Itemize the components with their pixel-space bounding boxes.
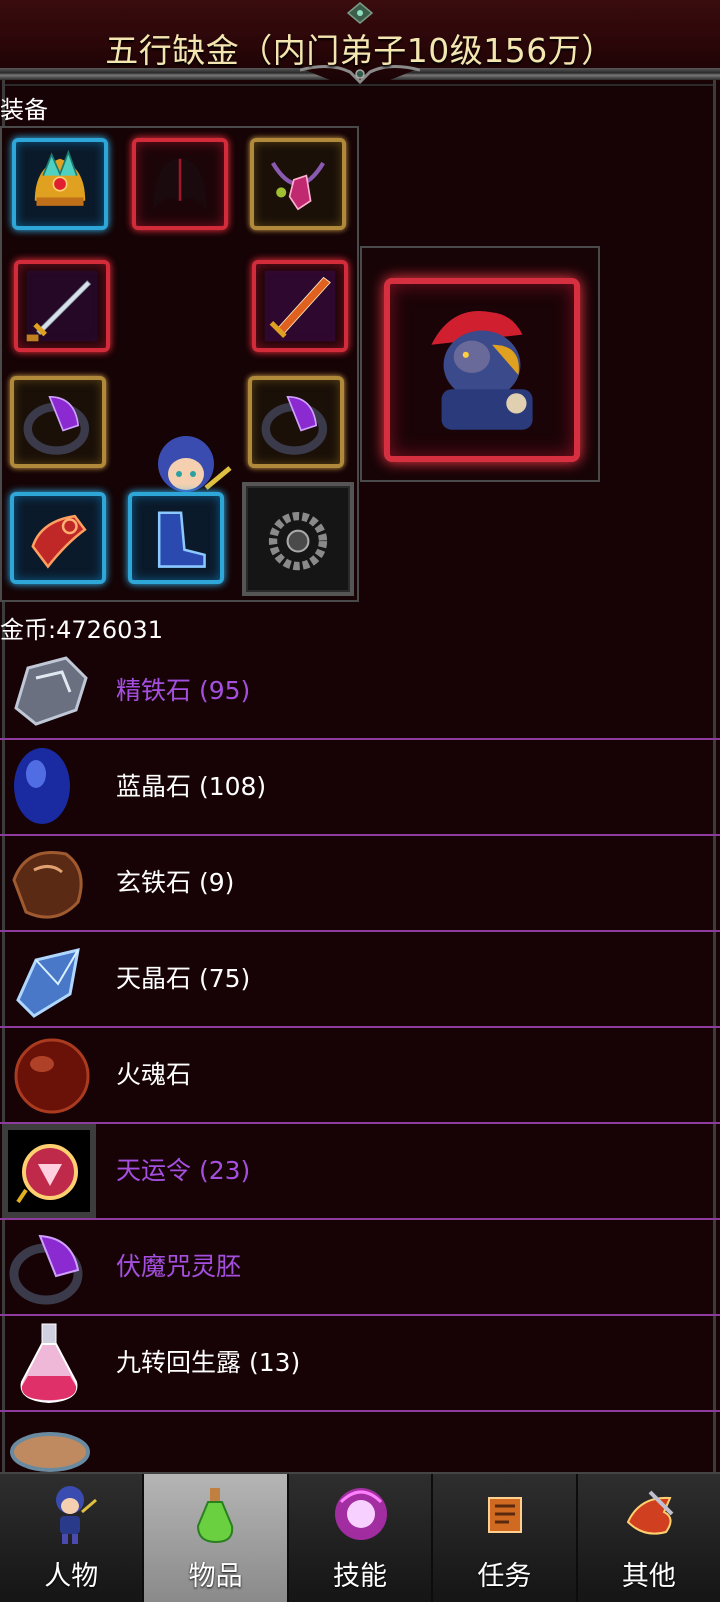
pet-panel bbox=[360, 246, 600, 482]
bracer-icon bbox=[31, 514, 87, 569]
boots-icon bbox=[157, 511, 206, 568]
list-item[interactable]: 火魂石 bbox=[0, 1028, 720, 1124]
sword-left-slot[interactable] bbox=[14, 260, 110, 352]
item-name: 天晶石 (75) bbox=[116, 964, 251, 993]
tab-label: 任务 bbox=[477, 1561, 532, 1592]
equipment-section-label: 装备 bbox=[0, 96, 48, 124]
fortune-token-frame bbox=[2, 1124, 96, 1218]
necklace-icon bbox=[270, 161, 326, 211]
gold-counter: 金币:4726031 bbox=[0, 616, 163, 644]
tab-character[interactable]: 人物 bbox=[0, 1474, 145, 1602]
tab-label: 其他 bbox=[621, 1561, 676, 1592]
tab-items[interactable]: 物品 bbox=[144, 1474, 289, 1602]
list-item[interactable]: 天运令 (23) bbox=[0, 1124, 720, 1220]
fire-soul-stone-icon bbox=[14, 1038, 90, 1114]
prayer-beads-icon bbox=[268, 511, 328, 571]
boots-slot[interactable] bbox=[128, 492, 224, 584]
item-name: 九转回生露 (13) bbox=[116, 1348, 301, 1377]
list-item[interactable]: 精铁石 (95) bbox=[0, 644, 720, 740]
tab-label: 技能 bbox=[333, 1561, 388, 1592]
item-name: 伏魔咒灵胚 bbox=[116, 1252, 242, 1281]
tab-label: 物品 bbox=[188, 1561, 243, 1592]
demon-pet-icon bbox=[431, 310, 533, 430]
equipment-panel bbox=[0, 126, 359, 602]
sword-icon bbox=[26, 270, 98, 342]
helmet-icon bbox=[34, 149, 86, 206]
item-name: 火魂石 bbox=[116, 1060, 192, 1089]
item-name: 天运令 (23) bbox=[116, 1156, 251, 1185]
ring-right-slot[interactable] bbox=[248, 376, 344, 468]
item-name: 蓝晶石 (108) bbox=[116, 772, 267, 801]
dragon-icon bbox=[626, 1490, 674, 1535]
necklace-slot[interactable] bbox=[250, 138, 346, 230]
list-item[interactable]: 玄铁石 (9) bbox=[0, 836, 720, 932]
ring-icon bbox=[261, 395, 328, 455]
item-name: 玄铁石 (9) bbox=[116, 868, 235, 897]
skill-orb-icon bbox=[334, 1488, 387, 1540]
header-gem-ornament bbox=[346, 2, 374, 24]
list-item[interactable]: 天晶石 (75) bbox=[0, 932, 720, 1028]
quest-flag-icon bbox=[488, 1497, 523, 1533]
broadsword-icon bbox=[264, 270, 336, 342]
list-item[interactable]: 伏魔咒灵胚 bbox=[0, 1220, 720, 1316]
page-title: 五行缺金（内门弟子10级156万） bbox=[105, 31, 615, 70]
wings-icon bbox=[153, 158, 207, 210]
bracer-slot[interactable] bbox=[10, 492, 106, 584]
iron-ore-icon bbox=[14, 656, 88, 726]
tab-skills[interactable]: 技能 bbox=[288, 1474, 434, 1602]
dark-iron-icon bbox=[12, 851, 83, 919]
item-name: 精铁石 (95) bbox=[116, 676, 251, 705]
potion-icon bbox=[197, 1488, 234, 1544]
bead-charm-slot[interactable] bbox=[242, 482, 354, 596]
fortune-token-icon bbox=[16, 1144, 78, 1204]
list-item[interactable]: 九转回生露 (13) bbox=[0, 1316, 720, 1412]
tab-quests[interactable]: 任务 bbox=[433, 1474, 578, 1602]
sword-right-slot[interactable] bbox=[252, 260, 348, 352]
demon-seal-ring-icon bbox=[9, 1234, 83, 1305]
revival-potion-icon bbox=[20, 1323, 78, 1404]
inventory-list: 精铁石 (95) 蓝晶石 (108) 玄铁石 (9) 天晶石 (75) 火魂石 bbox=[0, 644, 720, 1508]
bottom-navigation: 人物 物品 技能 任务 其他 bbox=[0, 1472, 720, 1602]
helmet-slot[interactable] bbox=[12, 138, 108, 230]
tab-other[interactable]: 其他 bbox=[577, 1474, 720, 1602]
wings-slot[interactable] bbox=[132, 138, 228, 230]
tab-label: 人物 bbox=[44, 1561, 99, 1592]
pet-slot[interactable] bbox=[384, 278, 580, 462]
blue-crystal-icon bbox=[14, 748, 70, 824]
ring-left-slot[interactable] bbox=[10, 376, 106, 468]
header-bar: 五行缺金（内门弟子10级156万） bbox=[0, 0, 720, 84]
character-icon bbox=[56, 1486, 97, 1544]
ring-icon bbox=[23, 395, 90, 455]
sky-crystal-icon bbox=[16, 948, 80, 1018]
list-item[interactable]: 蓝晶石 (108) bbox=[0, 740, 720, 836]
